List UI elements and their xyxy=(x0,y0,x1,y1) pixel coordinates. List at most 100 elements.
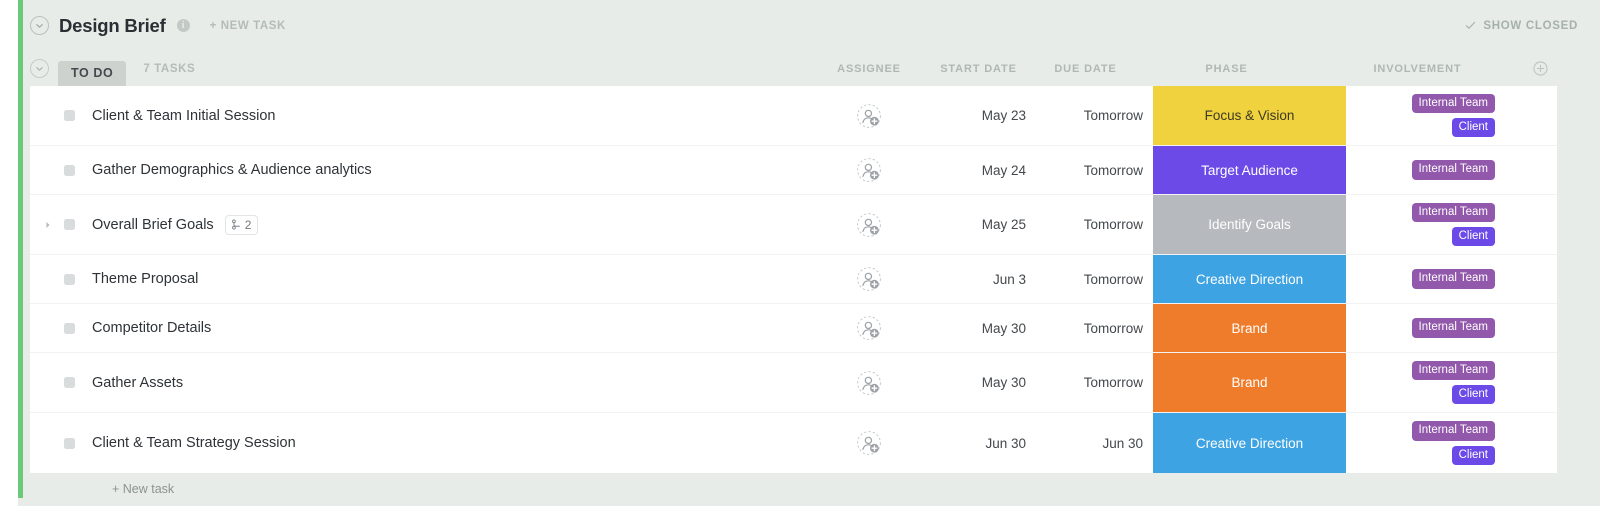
task-name-cell[interactable]: Competitor Details xyxy=(30,304,819,352)
table-row[interactable]: Client & Team Initial Session May 23Tomor… xyxy=(30,86,1557,146)
task-name-cell[interactable]: Gather Assets xyxy=(30,353,819,412)
task-status-checkbox[interactable] xyxy=(64,438,75,449)
start-date-cell[interactable]: May 23 xyxy=(919,86,1026,145)
column-header-assignee[interactable]: ASSIGNEE xyxy=(819,63,919,75)
add-assignee-icon[interactable] xyxy=(856,212,882,238)
task-status-checkbox[interactable] xyxy=(64,274,75,285)
task-status-checkbox[interactable] xyxy=(64,323,75,334)
phase-cell[interactable]: Focus & Vision xyxy=(1153,86,1346,145)
involvement-tag[interactable]: Client xyxy=(1452,385,1495,404)
table-row[interactable]: Theme Proposal Jun 3TomorrowCreative Dire… xyxy=(30,255,1557,304)
expand-subtasks-button[interactable] xyxy=(41,221,55,229)
involvement-tag[interactable]: Internal Team xyxy=(1412,318,1495,337)
collapse-list-button[interactable] xyxy=(30,16,49,35)
start-date-cell[interactable]: May 30 xyxy=(919,304,1026,352)
involvement-cell[interactable]: Internal Team Client xyxy=(1346,353,1557,412)
involvement-tag[interactable]: Client xyxy=(1452,118,1495,137)
due-date-cell[interactable]: Tomorrow xyxy=(1026,86,1143,145)
start-date-cell[interactable]: Jun 3 xyxy=(919,255,1026,303)
phase-cell[interactable]: Creative Direction xyxy=(1153,255,1346,303)
start-date-cell[interactable]: May 30 xyxy=(919,353,1026,412)
phase-cell[interactable]: Identify Goals xyxy=(1153,195,1346,254)
group-status-todo[interactable]: TO DO xyxy=(58,61,126,86)
due-date-cell[interactable]: Tomorrow xyxy=(1026,304,1143,352)
start-date-cell[interactable]: May 24 xyxy=(919,146,1026,194)
start-date-cell[interactable]: Jun 30 xyxy=(919,413,1026,473)
due-date-cell[interactable]: Tomorrow xyxy=(1026,353,1143,412)
chevron-down-icon xyxy=(35,21,44,30)
due-date-cell[interactable]: Tomorrow xyxy=(1026,255,1143,303)
phase-cell[interactable]: Brand xyxy=(1153,353,1346,412)
involvement-cell[interactable]: Internal Team xyxy=(1346,304,1557,352)
column-header-due-date[interactable]: DUE DATE xyxy=(1038,63,1133,75)
assignee-cell[interactable] xyxy=(819,304,919,352)
task-name-cell[interactable]: Client & Team Strategy Session xyxy=(30,413,819,473)
task-name-cell[interactable]: Theme Proposal xyxy=(30,255,819,303)
subtask-count-badge[interactable]: 2 xyxy=(225,215,259,235)
new-task-header-button[interactable]: + NEW TASK xyxy=(210,20,286,32)
table-row[interactable]: Competitor Details May 30TomorrowBrand Int… xyxy=(30,304,1557,353)
phase-cell[interactable]: Target Audience xyxy=(1153,146,1346,194)
assignee-cell[interactable] xyxy=(819,255,919,303)
task-title: Gather Assets xyxy=(92,375,183,391)
list-panel: Design Brief i + NEW TASK SHOW CLOSED TO… xyxy=(18,0,1600,506)
task-name-cell[interactable]: Gather Demographics & Audience analytics xyxy=(30,146,819,194)
add-column-button[interactable] xyxy=(1533,61,1548,76)
involvement-tag[interactable]: Internal Team xyxy=(1412,269,1495,288)
table-row[interactable]: Overall Brief Goals2 May 25TomorrowIdenti… xyxy=(30,195,1557,255)
assignee-cell[interactable] xyxy=(819,86,919,145)
info-icon[interactable]: i xyxy=(177,19,190,32)
group-task-count: 7 TASKS xyxy=(143,63,195,75)
involvement-tag[interactable]: Internal Team xyxy=(1412,421,1495,440)
list-header: Design Brief i + NEW TASK SHOW CLOSED xyxy=(18,0,1600,51)
involvement-tag[interactable]: Client xyxy=(1452,446,1495,465)
task-status-checkbox[interactable] xyxy=(64,219,75,230)
involvement-tag[interactable]: Internal Team xyxy=(1412,203,1495,222)
show-closed-toggle[interactable]: SHOW CLOSED xyxy=(1465,20,1578,32)
task-list-app: Design Brief i + NEW TASK SHOW CLOSED TO… xyxy=(0,0,1600,514)
phase-cell[interactable]: Brand xyxy=(1153,304,1346,352)
assignee-cell[interactable] xyxy=(819,413,919,473)
due-date-cell[interactable]: Jun 30 xyxy=(1026,413,1143,473)
involvement-cell[interactable]: Internal Team Client xyxy=(1346,86,1557,145)
involvement-tag[interactable]: Internal Team xyxy=(1412,160,1495,179)
column-header-involvement[interactable]: INVOLVEMENT xyxy=(1330,63,1505,75)
task-title: Client & Team Initial Session xyxy=(92,108,276,124)
collapse-group-button[interactable] xyxy=(30,59,49,78)
table-row[interactable]: Gather Demographics & Audience analytics… xyxy=(30,146,1557,195)
involvement-cell[interactable]: Internal Team xyxy=(1346,146,1557,194)
add-assignee-icon[interactable] xyxy=(856,103,882,129)
involvement-cell[interactable]: Internal Team xyxy=(1346,255,1557,303)
involvement-cell[interactable]: Internal Team Client xyxy=(1346,413,1557,473)
task-status-checkbox[interactable] xyxy=(64,165,75,176)
involvement-tag[interactable]: Internal Team xyxy=(1412,94,1495,113)
due-date-cell[interactable]: Tomorrow xyxy=(1026,146,1143,194)
involvement-cell[interactable]: Internal Team Client xyxy=(1346,195,1557,254)
column-header-start-date[interactable]: START DATE xyxy=(926,63,1031,75)
involvement-tag[interactable]: Client xyxy=(1452,227,1495,246)
involvement-tag[interactable]: Internal Team xyxy=(1412,361,1495,380)
column-header-phase[interactable]: PHASE xyxy=(1130,63,1323,75)
assignee-cell[interactable] xyxy=(819,195,919,254)
add-assignee-icon[interactable] xyxy=(856,266,882,292)
assignee-cell[interactable] xyxy=(819,146,919,194)
new-task-footer-button[interactable]: + New task xyxy=(112,482,174,496)
task-status-checkbox[interactable] xyxy=(64,110,75,121)
task-title: Theme Proposal xyxy=(92,271,198,287)
assignee-cell[interactable] xyxy=(819,353,919,412)
task-group-todo: TO DO 7 TASKS ASSIGNEE START DATE DUE DA… xyxy=(18,51,1600,506)
chevron-down-icon xyxy=(35,60,44,78)
table-row[interactable]: Gather AssetsMay 30TomorrowBrandInternal… xyxy=(30,353,1557,413)
due-date-cell[interactable]: Tomorrow xyxy=(1026,195,1143,254)
table-row[interactable]: Client & Team Strategy Session Jun 30Jun … xyxy=(30,413,1557,473)
add-assignee-icon[interactable] xyxy=(856,315,882,341)
task-name-cell[interactable]: Client & Team Initial Session xyxy=(30,86,819,145)
add-assignee-icon[interactable] xyxy=(856,370,882,396)
task-name-cell[interactable]: Overall Brief Goals2 xyxy=(30,195,819,254)
phase-cell[interactable]: Creative Direction xyxy=(1153,413,1346,473)
task-status-checkbox[interactable] xyxy=(64,377,75,388)
add-assignee-icon[interactable] xyxy=(856,157,882,183)
subtask-count: 2 xyxy=(245,218,252,232)
start-date-cell[interactable]: May 25 xyxy=(919,195,1026,254)
add-assignee-icon[interactable] xyxy=(856,430,882,456)
